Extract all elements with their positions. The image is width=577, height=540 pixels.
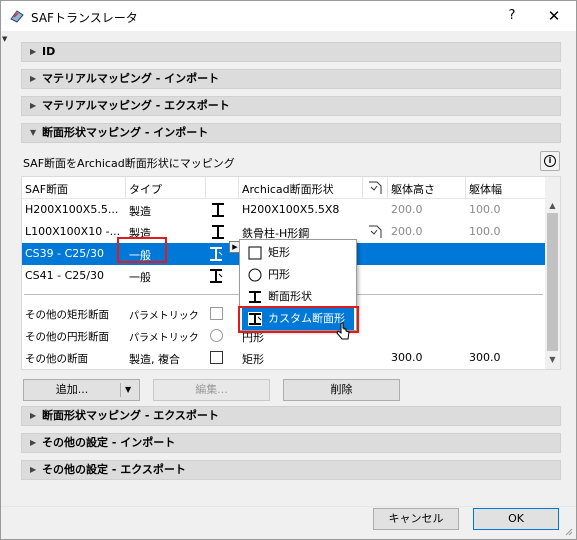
scroll-down-icon[interactable]: ▼	[545, 353, 560, 367]
mouse-cursor-icon	[335, 321, 351, 343]
width-cell: 100.0	[469, 203, 501, 216]
col-type[interactable]: タイプ	[129, 181, 162, 197]
help-button[interactable]: ?	[497, 5, 527, 27]
column-divider	[125, 177, 126, 199]
app-icon	[9, 8, 25, 24]
archicad-profile-cell: 矩形	[242, 353, 264, 366]
height-cell: 200.0	[391, 225, 423, 238]
height-cell: 300.0	[391, 351, 423, 364]
expand-arrow-icon: ▶	[30, 465, 37, 474]
custom-section-icon	[208, 246, 224, 262]
table-row-other-section[interactable]: その他の断面 製造, 複合 矩形 300.0 300.0	[22, 347, 545, 369]
table-scrollbar[interactable]: ▲ ▼	[545, 177, 560, 369]
type-cell: パラメトリック	[129, 333, 199, 344]
expand-arrow-icon: ▶	[30, 411, 37, 420]
custom-profile-header-icon	[367, 180, 383, 196]
section-checkbox[interactable]	[210, 351, 223, 364]
edit-button[interactable]: 編集...	[153, 379, 270, 401]
saf-section-cell: CS39 - C25/30	[25, 247, 105, 260]
ibeam-icon	[210, 202, 226, 218]
delete-button[interactable]: 削除	[283, 379, 400, 401]
saf-section-cell: その他の矩形断面	[25, 309, 109, 321]
column-divider	[238, 177, 239, 199]
col-saf-section[interactable]: SAF断面	[25, 181, 68, 197]
column-divider	[205, 177, 206, 199]
column-divider	[387, 177, 388, 199]
column-divider	[465, 177, 466, 199]
rect-icon	[248, 246, 262, 260]
type-cell: 製造, 複合	[129, 353, 180, 366]
saf-section-cell: L100X100X10 -...	[25, 225, 121, 238]
width-cell: 300.0	[469, 351, 501, 364]
info-button[interactable]: i	[540, 151, 560, 171]
menu-item-rect[interactable]: 矩形	[242, 242, 354, 264]
ok-button[interactable]: OK	[473, 508, 559, 530]
height-cell: 200.0	[391, 203, 423, 216]
chevron-down-icon[interactable]: ▼	[125, 380, 131, 400]
section-profile-export[interactable]: ▶ 断面形状マッピング - エクスポート	[21, 406, 561, 426]
info-icon: i	[544, 155, 556, 167]
resize-grip-icon[interactable]	[563, 526, 573, 536]
add-button[interactable]: 追加... ▼	[23, 379, 140, 401]
scrollbar-thumb[interactable]	[547, 213, 558, 351]
section-label: マテリアルマッピング - インポート	[42, 72, 220, 85]
ibeam-icon	[248, 290, 262, 304]
section-material-export[interactable]: ▶ マテリアルマッピング - エクスポート	[21, 96, 561, 116]
type-cell: 一般	[129, 271, 151, 284]
title-bar: SAFトランスレータ ? ✕	[1, 1, 576, 31]
saf-section-cell: CS41 - C25/30	[25, 269, 105, 282]
saf-translator-dialog: SAFトランスレータ ? ✕ ▼ ▶ ID ▶ マテリアルマッピング - インポート…	[0, 0, 577, 540]
window-title: SAFトランスレータ	[31, 11, 138, 25]
custom-profile-icon	[367, 224, 383, 240]
column-divider	[362, 177, 363, 199]
section-label: マテリアルマッピング - エクスポート	[42, 99, 230, 112]
circle-shape-radio[interactable]	[210, 329, 223, 342]
width-cell: 100.0	[469, 225, 501, 238]
col-height[interactable]: 躯体高さ	[391, 181, 435, 197]
expand-arrow-icon: ▶	[30, 438, 37, 447]
table-header: SAF断面 タイプ Archicad断面形状 躯体高さ 躯体幅	[22, 177, 545, 199]
section-material-import[interactable]: ▶ マテリアルマッピング - インポート	[21, 69, 561, 89]
menu-item-profile[interactable]: 断面形状	[242, 286, 354, 308]
footer-divider	[1, 506, 576, 507]
close-button[interactable]: ✕	[539, 5, 569, 27]
expand-arrow-icon: ▶	[30, 74, 37, 83]
type-cell: 製造	[129, 205, 151, 218]
menu-item-circle[interactable]: 円形	[242, 264, 354, 286]
col-archicad-profile[interactable]: Archicad断面形状	[242, 181, 334, 197]
type-cell: パラメトリック	[129, 311, 199, 322]
archicad-profile-cell: H200X100X5.5X8	[242, 203, 340, 216]
ibeam-icon	[210, 224, 226, 240]
section-label: その他の設定 - インポート	[42, 436, 176, 449]
saf-section-cell: その他の円形断面	[25, 331, 109, 343]
section-profile-import[interactable]: ▼ 断面形状マッピング - インポート	[21, 123, 561, 143]
section-label: 断面形状マッピング - エクスポート	[42, 409, 219, 422]
table-row[interactable]: H200X100X5.5... 製造 H200X100X5.5X8 200.0 …	[22, 199, 545, 221]
section-label: 断面形状マッピング - インポート	[42, 126, 209, 139]
menu-item-label: 断面形状	[268, 290, 312, 303]
split-divider	[120, 383, 121, 397]
expand-arrow-icon: ▶	[30, 101, 37, 110]
saf-section-cell: H200X100X5.5...	[25, 203, 119, 216]
expand-arrow-icon: ▶	[30, 47, 37, 56]
section-other-export[interactable]: ▶ その他の設定 - エクスポート	[21, 460, 561, 480]
circle-icon	[248, 268, 262, 282]
mapping-description: SAF断面をArchicad断面形状にマッピング	[23, 157, 235, 170]
section-label: その他の設定 - エクスポート	[42, 463, 186, 476]
menu-item-label: 円形	[268, 268, 290, 281]
section-label: ID	[42, 45, 56, 58]
highlight-type-box	[117, 237, 167, 263]
cancel-button[interactable]: キャンセル	[373, 508, 459, 530]
collapse-arrow-icon: ▼	[2, 35, 8, 43]
add-button-label: 追加...	[55, 383, 89, 396]
collapse-arrow-icon: ▼	[30, 128, 37, 137]
col-width[interactable]: 躯体幅	[469, 181, 502, 197]
section-id[interactable]: ▶ ID	[21, 42, 561, 62]
menu-item-label: 矩形	[268, 246, 290, 259]
saf-section-cell: その他の断面	[25, 353, 88, 365]
scroll-up-icon[interactable]: ▲	[545, 199, 560, 213]
section-other-import[interactable]: ▶ その他の設定 - インポート	[21, 433, 561, 453]
rect-shape-checkbox[interactable]	[210, 307, 223, 320]
custom-section-icon	[208, 268, 224, 284]
